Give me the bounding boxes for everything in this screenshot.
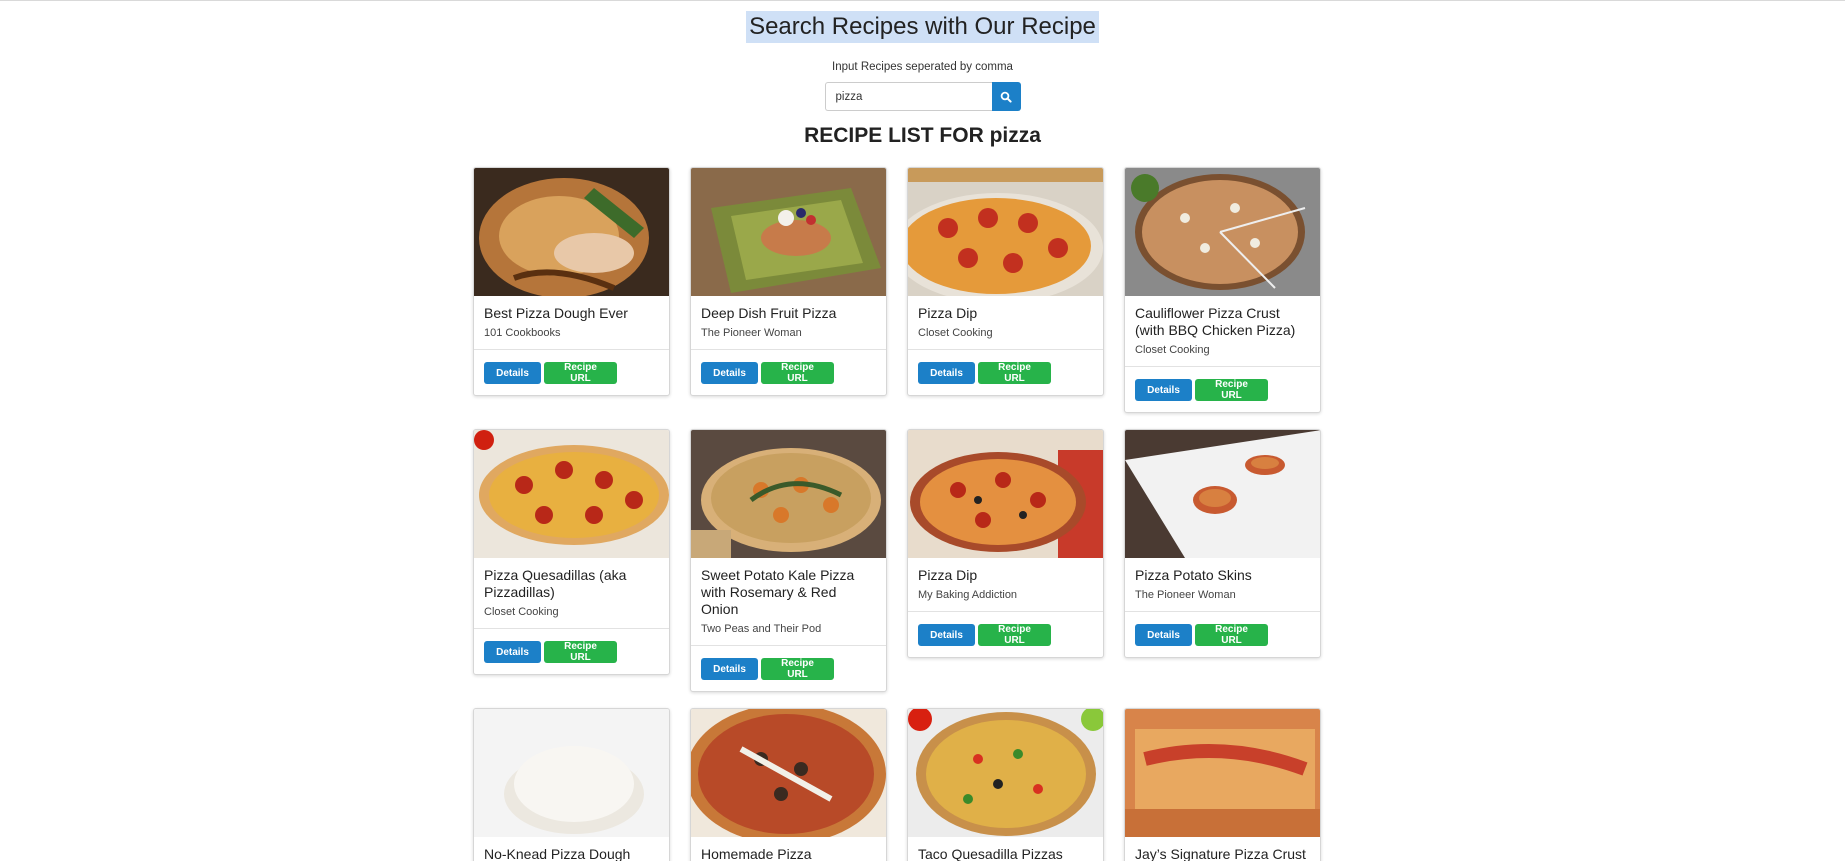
- card-body: Pizza Dip My Baking Addiction: [908, 558, 1103, 612]
- recipe-url-button[interactable]: Recipe URL: [1195, 624, 1268, 646]
- page: Search Recipes with Our Recipe Input Rec…: [0, 0, 1845, 861]
- recipe-title: No-Knead Pizza Dough: [484, 846, 631, 861]
- recipe-url-button[interactable]: Recipe URL: [1195, 379, 1268, 401]
- card-body: Jay’s Signature Pizza Crust: [1125, 837, 1320, 861]
- recipe-list-heading: RECIPE LIST FOR pizza: [804, 124, 1041, 147]
- details-button[interactable]: Details: [1135, 379, 1192, 401]
- search-button[interactable]: [991, 82, 1021, 111]
- recipe-card: Taco Quesadilla Pizzas: [907, 708, 1104, 861]
- recipe-grid: Best Pizza Dough Ever 101 Cookbooks Deta…: [473, 167, 1321, 861]
- recipe-card: Homemade Pizza: [690, 708, 887, 861]
- card-body: Pizza Potato Skins The Pioneer Woman: [1125, 558, 1320, 612]
- card-actions: Details Recipe URL: [691, 350, 886, 395]
- recipe-source: Closet Cooking: [918, 327, 993, 339]
- card-body: Pizza Quesadillas (aka Pizzadillas) Clos…: [474, 558, 669, 629]
- recipe-card: Deep Dish Fruit Pizza The Pioneer Woman …: [690, 167, 887, 396]
- recipe-title: Pizza Dip: [918, 305, 978, 321]
- search-bar: [0, 82, 1845, 111]
- recipe-url-button[interactable]: Recipe URL: [978, 624, 1051, 646]
- recipe-image: [908, 430, 1103, 558]
- card-actions: Details Recipe URL: [1125, 367, 1320, 412]
- recipe-source: 101 Cookbooks: [484, 327, 561, 339]
- recipe-title: Pizza Potato Skins: [1135, 567, 1252, 583]
- recipe-card: Best Pizza Dough Ever 101 Cookbooks Deta…: [473, 167, 670, 396]
- recipe-card: Cauliflower Pizza Crust (with BBQ Chicke…: [1124, 167, 1321, 413]
- recipe-title: Taco Quesadilla Pizzas: [918, 846, 1063, 861]
- recipe-card: Pizza Quesadillas (aka Pizzadillas) Clos…: [473, 429, 670, 675]
- recipe-image: [474, 168, 669, 296]
- card-actions: Details Recipe URL: [691, 646, 886, 691]
- recipe-image: [1125, 709, 1320, 837]
- recipe-card: No-Knead Pizza Dough: [473, 708, 670, 861]
- details-button[interactable]: Details: [701, 658, 758, 680]
- recipe-source: The Pioneer Woman: [1135, 589, 1236, 601]
- details-button[interactable]: Details: [918, 362, 975, 384]
- recipe-card: Pizza Dip Closet Cooking Details Recipe …: [907, 167, 1104, 396]
- card-body: Homemade Pizza: [691, 837, 886, 861]
- card-body: Deep Dish Fruit Pizza The Pioneer Woman: [691, 296, 886, 350]
- recipe-card: Pizza Potato Skins The Pioneer Woman Det…: [1124, 429, 1321, 658]
- recipe-card: Jay’s Signature Pizza Crust: [1124, 708, 1321, 861]
- details-button[interactable]: Details: [484, 362, 541, 384]
- details-button[interactable]: Details: [1135, 624, 1192, 646]
- card-actions: Details Recipe URL: [474, 629, 669, 674]
- recipe-image: [1125, 430, 1320, 558]
- page-title: Search Recipes with Our Recipe: [746, 11, 1099, 43]
- recipe-url-button[interactable]: Recipe URL: [544, 362, 617, 384]
- recipe-image: [908, 709, 1103, 837]
- card-body: Best Pizza Dough Ever 101 Cookbooks: [474, 296, 669, 350]
- header: Search Recipes with Our Recipe Input Rec…: [0, 1, 1845, 148]
- details-button[interactable]: Details: [918, 624, 975, 646]
- recipe-url-button[interactable]: Recipe URL: [761, 362, 834, 384]
- recipe-card: Pizza Dip My Baking Addiction Details Re…: [907, 429, 1104, 658]
- recipe-source: Closet Cooking: [1135, 344, 1210, 356]
- recipe-image: [474, 430, 669, 558]
- card-actions: Details Recipe URL: [1125, 612, 1320, 657]
- card-body: Pizza Dip Closet Cooking: [908, 296, 1103, 350]
- recipe-source: Two Peas and Their Pod: [701, 623, 822, 635]
- recipe-image: [474, 709, 669, 837]
- recipe-url-button[interactable]: Recipe URL: [978, 362, 1051, 384]
- recipe-image: [1125, 168, 1320, 296]
- recipe-title: Jay’s Signature Pizza Crust: [1135, 846, 1306, 861]
- search-input[interactable]: [824, 82, 992, 111]
- recipe-title: Homemade Pizza: [701, 846, 812, 861]
- recipe-card: Sweet Potato Kale Pizza with Rosemary & …: [690, 429, 887, 692]
- recipe-title: Sweet Potato Kale Pizza with Rosemary & …: [701, 567, 855, 617]
- recipe-url-button[interactable]: Recipe URL: [544, 641, 617, 663]
- recipe-image: [908, 168, 1103, 296]
- search-hint: Input Recipes seperated by comma: [832, 61, 1013, 73]
- recipe-source: Closet Cooking: [484, 606, 559, 618]
- recipe-url-button[interactable]: Recipe URL: [761, 658, 834, 680]
- recipe-title: Pizza Quesadillas (aka Pizzadillas): [484, 567, 627, 600]
- recipe-image: [691, 709, 886, 837]
- card-actions: Details Recipe URL: [908, 350, 1103, 395]
- recipe-source: My Baking Addiction: [918, 589, 1018, 601]
- card-body: No-Knead Pizza Dough: [474, 837, 669, 861]
- search-icon: [1000, 91, 1012, 103]
- recipe-image: [691, 168, 886, 296]
- details-button[interactable]: Details: [701, 362, 758, 384]
- recipe-title: Deep Dish Fruit Pizza: [701, 305, 837, 321]
- details-button[interactable]: Details: [484, 641, 541, 663]
- card-body: Cauliflower Pizza Crust (with BBQ Chicke…: [1125, 296, 1320, 367]
- recipe-image: [691, 430, 886, 558]
- card-body: Sweet Potato Kale Pizza with Rosemary & …: [691, 558, 886, 646]
- card-actions: Details Recipe URL: [908, 612, 1103, 657]
- recipe-source: The Pioneer Woman: [701, 327, 802, 339]
- recipe-title: Best Pizza Dough Ever: [484, 305, 628, 321]
- recipe-title: Pizza Dip: [918, 567, 978, 583]
- recipe-title: Cauliflower Pizza Crust (with BBQ Chicke…: [1135, 305, 1296, 338]
- card-body: Taco Quesadilla Pizzas: [908, 837, 1103, 861]
- card-actions: Details Recipe URL: [474, 350, 669, 395]
